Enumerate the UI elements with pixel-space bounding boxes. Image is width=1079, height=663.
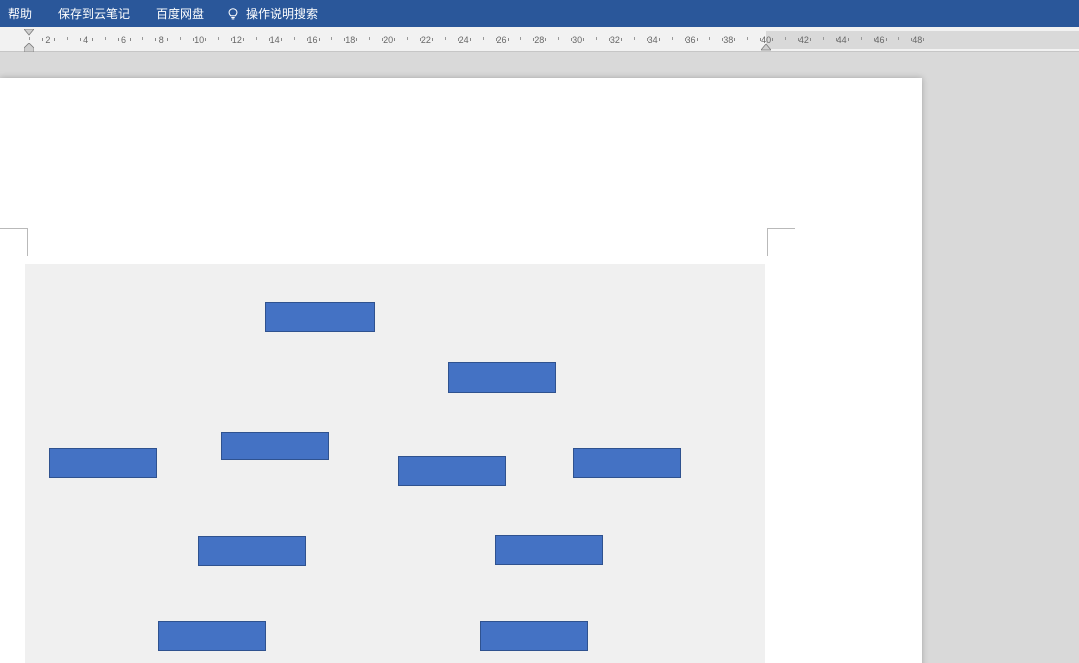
ruler-tick-label: 32: [610, 35, 620, 45]
tell-me-label: 操作说明搜索: [246, 5, 318, 22]
menu-help[interactable]: 帮助: [4, 3, 36, 24]
horizontal-ruler[interactable]: 2468101214161820222426283032343638404244…: [0, 27, 1079, 52]
ruler-tick-label: 24: [459, 35, 469, 45]
ruler-tick-label: 22: [421, 35, 431, 45]
shape-rectangle[interactable]: [265, 302, 375, 332]
menu-baidu-disk[interactable]: 百度网盘: [152, 3, 208, 24]
ruler-tick-label: 42: [799, 35, 809, 45]
ruler-tick-label: 18: [345, 35, 355, 45]
shape-rectangle[interactable]: [221, 432, 329, 460]
lightbulb-icon: [226, 7, 240, 21]
menubar: 帮助 保存到云笔记 百度网盘 操作说明搜索: [0, 0, 1079, 27]
shape-rectangle[interactable]: [480, 621, 588, 651]
shape-rectangle[interactable]: [198, 536, 306, 566]
menu-save-cloud[interactable]: 保存到云笔记: [54, 3, 134, 24]
ruler-tick-label: 38: [723, 35, 733, 45]
ruler-tick-label: 48: [912, 35, 922, 45]
shape-rectangle[interactable]: [49, 448, 157, 478]
ruler-tick-label: 26: [496, 35, 506, 45]
ruler-tick-label: 2: [45, 35, 50, 45]
shape-rectangle[interactable]: [158, 621, 266, 651]
shape-rectangle[interactable]: [398, 456, 506, 486]
ruler-tick-label: 6: [121, 35, 126, 45]
ruler-tick-label: 10: [194, 35, 204, 45]
tell-me-search[interactable]: 操作说明搜索: [226, 5, 318, 22]
shape-rectangle[interactable]: [495, 535, 603, 565]
ruler-tick-label: 44: [837, 35, 847, 45]
ruler-tick-label: 34: [648, 35, 658, 45]
drawing-canvas[interactable]: [25, 264, 765, 663]
ruler-tick-label: 46: [874, 35, 884, 45]
shape-rectangle[interactable]: [573, 448, 681, 478]
margin-corner-left: [0, 228, 28, 256]
ruler-tick-label: 28: [534, 35, 544, 45]
document-page[interactable]: [0, 78, 922, 663]
ruler-tick-label: 30: [572, 35, 582, 45]
first-line-indent-marker[interactable]: [24, 28, 34, 38]
ruler-tick-label: 16: [307, 35, 317, 45]
ruler-tick-label: 20: [383, 35, 393, 45]
ruler-tick-label: 8: [159, 35, 164, 45]
document-workspace: [0, 52, 1079, 663]
margin-corner-right: [767, 228, 795, 256]
ruler-tick-label: 12: [232, 35, 242, 45]
ruler-tick-label: 36: [685, 35, 695, 45]
shape-rectangle[interactable]: [448, 362, 556, 393]
ruler-tick-label: 4: [83, 35, 88, 45]
ruler-tick-label: 14: [270, 35, 280, 45]
